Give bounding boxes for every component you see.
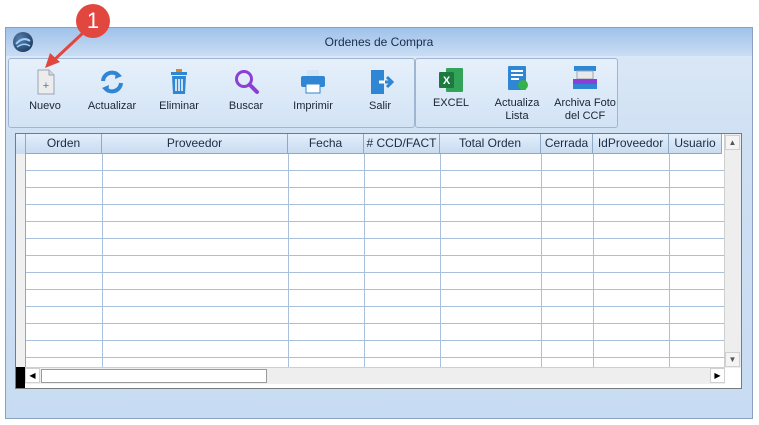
row-divider: [26, 187, 724, 188]
search-button[interactable]: Buscar: [211, 59, 281, 127]
title-bar: Ordenes de Compra: [6, 28, 752, 56]
archive-photo-button-label: Archiva Foto del CCF: [554, 97, 616, 122]
print-button[interactable]: Imprimir: [278, 59, 348, 127]
column-header-total-orden[interactable]: Total Orden: [440, 134, 541, 154]
delete-button-label: Eliminar: [159, 100, 199, 112]
purchase-orders-window: Ordenes de Compra + Nuevo Actualizar Eli…: [5, 27, 753, 419]
refresh-button-label: Actualizar: [87, 100, 137, 112]
row-divider: [26, 204, 724, 205]
column-divider: [364, 154, 365, 367]
excel-button-label: EXCEL: [432, 97, 470, 109]
delete-button[interactable]: Eliminar: [144, 59, 214, 127]
printer-icon: [301, 70, 325, 94]
scroll-right-icon[interactable]: ▶: [710, 368, 725, 383]
svg-text:+: +: [43, 80, 49, 92]
scanner-icon: [573, 66, 597, 89]
row-divider: [26, 272, 724, 273]
column-header-fecha[interactable]: Fecha: [288, 134, 364, 154]
excel-button[interactable]: X EXCEL: [416, 59, 486, 127]
exit-icon: [371, 70, 395, 94]
svg-text:X: X: [443, 75, 451, 87]
row-divider: [26, 306, 724, 307]
column-divider: [288, 154, 289, 367]
horizontal-scrollbar[interactable]: ◀ ▶: [25, 367, 725, 384]
column-divider: [593, 154, 594, 367]
update-list-button[interactable]: Actualiza Lista: [482, 59, 552, 127]
column-divider: [102, 154, 103, 367]
column-header-usuario[interactable]: Usuario: [669, 134, 722, 154]
update-list-icon: [508, 66, 528, 90]
horizontal-scroll-thumb[interactable]: [41, 369, 267, 383]
search-button-label: Buscar: [228, 100, 264, 112]
vertical-scrollbar[interactable]: ▲ ▼: [724, 134, 741, 368]
grid-corner: [16, 367, 25, 388]
refresh-icon: [101, 70, 123, 94]
window-title: Ordenes de Compra: [324, 35, 434, 49]
column-divider: [541, 154, 542, 367]
scroll-up-icon[interactable]: ▲: [725, 135, 740, 150]
row-divider: [26, 238, 724, 239]
column-divider: [440, 154, 441, 367]
annotation-arrow-icon: [45, 30, 86, 68]
column-header-ccd-fact[interactable]: # CCD/FACT: [364, 134, 440, 154]
grid-corner-header: [16, 134, 26, 154]
excel-icon: X: [439, 68, 463, 92]
row-divider: [26, 170, 724, 171]
scroll-down-icon[interactable]: ▼: [725, 352, 740, 367]
row-divider: [26, 357, 724, 358]
orders-grid[interactable]: Orden Proveedor Fecha # CCD/FACT Total O…: [15, 133, 742, 389]
row-selector-column[interactable]: [16, 154, 26, 367]
trash-icon: [171, 69, 187, 94]
row-divider: [26, 323, 724, 324]
column-header-proveedor[interactable]: Proveedor: [102, 134, 288, 154]
column-header-idproveedor[interactable]: IdProveedor: [593, 134, 669, 154]
exit-button[interactable]: Salir: [345, 59, 415, 127]
search-icon: [235, 70, 259, 94]
column-header-orden[interactable]: Orden: [26, 134, 102, 154]
row-divider: [26, 340, 724, 341]
new-button-label: Nuevo: [29, 100, 61, 112]
row-divider: [26, 255, 724, 256]
row-divider: [26, 289, 724, 290]
scroll-left-icon[interactable]: ◀: [25, 368, 40, 383]
exit-button-label: Salir: [368, 100, 391, 112]
extra-toolbar: X EXCEL Actualiza Lista Archiva Foto del…: [415, 58, 618, 128]
column-divider: [669, 154, 670, 367]
column-header-cerrada[interactable]: Cerrada: [541, 134, 593, 154]
row-divider: [26, 221, 724, 222]
update-list-button-label: Actualiza Lista: [494, 97, 540, 122]
archive-photo-button[interactable]: Archiva Foto del CCF: [550, 59, 620, 127]
print-button-label: Imprimir: [293, 100, 333, 112]
